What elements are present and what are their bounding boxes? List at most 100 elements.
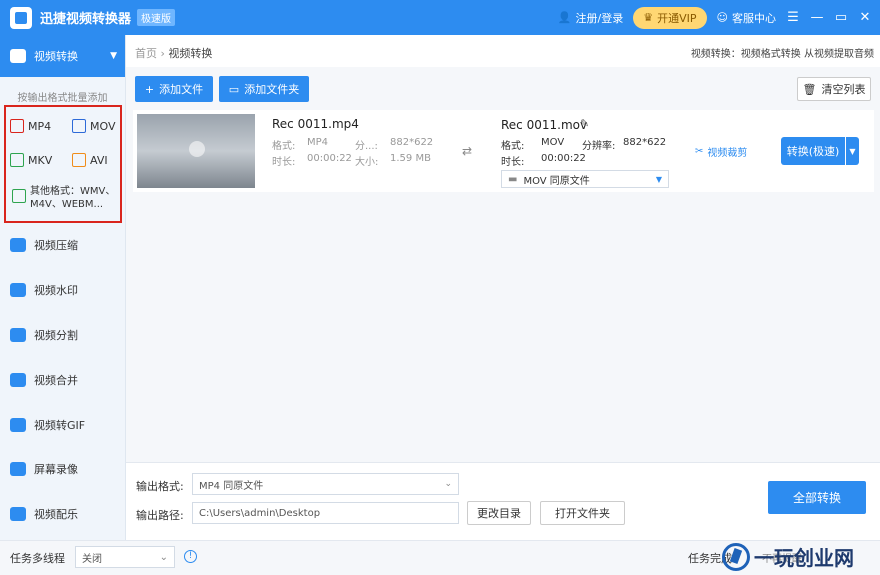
output-path-value: C:\Users\admin\Desktop bbox=[199, 507, 321, 519]
source-format: MP4 bbox=[307, 137, 329, 148]
change-directory-button[interactable]: 更改目录 bbox=[467, 501, 531, 525]
login-button[interactable]: 👤 注册/登录 bbox=[558, 10, 623, 26]
info-icon[interactable]: ! bbox=[184, 550, 197, 563]
watermark: 一玩创业网 bbox=[722, 538, 880, 575]
chat-icon: ☺ bbox=[716, 11, 728, 24]
sidebar-item-label: 视频转GIF bbox=[34, 419, 86, 432]
add-folder-button[interactable]: ▭ 添加文件夹 bbox=[219, 76, 309, 102]
format-mkv-button[interactable]: MKV bbox=[10, 153, 52, 167]
title-bar: 迅捷视频转换器 极速版 👤 注册/登录 ♛ 开通VIP ☺ 客服中心 ☰ — ▭… bbox=[0, 0, 880, 35]
edit-pencil-icon[interactable]: ✎ bbox=[580, 117, 589, 130]
other-format-line2: M4V、WEBM... bbox=[30, 199, 104, 210]
other-format-line1: 其他格式：WMV、 bbox=[30, 186, 116, 197]
sidebar-item-gif[interactable]: 视频转GIF bbox=[0, 405, 125, 445]
avi-file-icon bbox=[72, 153, 86, 167]
sidebar-item-merge[interactable]: 视频合并 bbox=[0, 360, 125, 400]
sidebar-item-split[interactable]: 视频分割 bbox=[0, 315, 125, 355]
watermark-text: 一玩创业网 bbox=[754, 546, 854, 570]
add-file-label: 添加文件 bbox=[159, 83, 204, 96]
target-resolution-label: 分辨率: bbox=[582, 141, 616, 152]
format-shortcuts: MP4 MOV MKV AVI 其他格式：WMV、 M4V、WEBM... bbox=[4, 105, 122, 223]
format-other-button[interactable]: 其他格式：WMV、 M4V、WEBM... bbox=[12, 185, 115, 211]
breadcrumb-separator: › bbox=[160, 47, 165, 60]
service-button[interactable]: ☺ 客服中心 bbox=[717, 10, 776, 26]
video-convert-icon bbox=[10, 49, 26, 63]
source-duration-label: 时长: bbox=[272, 157, 296, 168]
format-mp4-button[interactable]: MP4 bbox=[10, 119, 51, 133]
source-resolution-label: 分...: bbox=[355, 141, 378, 152]
open-folder-button[interactable]: 打开文件夹 bbox=[540, 501, 625, 525]
multithread-select[interactable]: 关闭 ⌄ bbox=[75, 546, 175, 568]
convert-dropdown-icon[interactable]: ▼ bbox=[846, 137, 859, 165]
video-camera-icon: ▬ bbox=[508, 173, 518, 185]
edition-badge: 极速版 bbox=[137, 9, 176, 26]
chevron-down-icon: ⌄ bbox=[159, 551, 168, 563]
sidebar-item-video-convert[interactable]: 视频转换 ▼ bbox=[0, 35, 125, 77]
other-file-icon bbox=[12, 189, 26, 203]
compress-icon bbox=[10, 238, 26, 252]
convert-button[interactable]: 转换(极速) bbox=[781, 137, 845, 165]
source-size-label: 大小: bbox=[355, 157, 379, 168]
target-resolution: 882*622 bbox=[623, 137, 667, 148]
multithread-value: 关闭 bbox=[82, 553, 102, 565]
sidebar-item-label: 屏幕录像 bbox=[34, 463, 78, 476]
folder-icon: ▭ bbox=[228, 82, 240, 96]
sidebar-item-compress[interactable]: 视频压缩 bbox=[0, 225, 125, 265]
output-path-input[interactable]: C:\Users\admin\Desktop bbox=[192, 502, 459, 524]
sidebar-item-record[interactable]: 屏幕录像 bbox=[0, 449, 125, 489]
multithread-label: 任务多线程 bbox=[10, 552, 65, 565]
plus-icon: + bbox=[144, 82, 155, 96]
breadcrumb-current: 视频转换 bbox=[168, 47, 213, 60]
convert-all-button[interactable]: 全部转换 bbox=[768, 481, 866, 514]
clear-list-label: 清空列表 bbox=[821, 83, 866, 96]
sidebar-item-music[interactable]: 视频配乐 bbox=[0, 494, 125, 534]
scissors-icon: ✂ bbox=[695, 146, 704, 157]
format-avi-button[interactable]: AVI bbox=[72, 153, 108, 167]
video-thumbnail[interactable] bbox=[137, 114, 255, 188]
file-row[interactable]: Rec 0011.mp4 格式: MP4 分...: 882*622 时长: 0… bbox=[133, 110, 874, 192]
format-mov-button[interactable]: MOV bbox=[72, 119, 115, 133]
gif-icon bbox=[10, 418, 26, 432]
app-title: 迅捷视频转换器 bbox=[40, 12, 132, 27]
close-icon[interactable]: ✕ bbox=[858, 10, 872, 25]
output-format-value: MP4 同原文件 bbox=[199, 480, 264, 492]
shuffle-arrow-icon: ⇄ bbox=[462, 144, 473, 158]
format-label: AVI bbox=[90, 153, 108, 167]
maximize-icon[interactable]: ▭ bbox=[834, 10, 848, 25]
video-cut-link[interactable]: ✂ 视频裁剪 bbox=[695, 144, 747, 159]
format-label: MP4 bbox=[28, 119, 52, 133]
minimize-icon[interactable]: — bbox=[810, 10, 824, 25]
merge-icon bbox=[10, 373, 26, 387]
service-label: 客服中心 bbox=[732, 11, 776, 25]
source-resolution: 882*622 bbox=[390, 137, 434, 148]
chevron-down-icon: ▼ bbox=[655, 174, 662, 184]
user-icon: 👤 bbox=[557, 11, 572, 24]
source-file-name: Rec 0011.mp4 bbox=[272, 117, 359, 131]
clear-list-button[interactable]: 🗑 清空列表 bbox=[797, 77, 871, 101]
add-folder-label: 添加文件夹 bbox=[244, 83, 300, 96]
breadcrumb-home[interactable]: 首页 bbox=[135, 47, 157, 60]
watermark-icon bbox=[10, 283, 26, 297]
split-icon bbox=[10, 328, 26, 342]
sidebar-item-label: 视频合并 bbox=[34, 374, 78, 387]
music-icon bbox=[10, 507, 26, 521]
trash-icon: 🗑 bbox=[802, 82, 817, 96]
format-label: MKV bbox=[28, 153, 53, 167]
sidebar-item-watermark[interactable]: 视频水印 bbox=[0, 270, 125, 310]
add-file-button[interactable]: + 添加文件 bbox=[135, 76, 213, 102]
vip-label: 开通VIP bbox=[657, 11, 697, 25]
chevron-down-icon: ▼ bbox=[110, 51, 117, 61]
format-label: MOV bbox=[90, 119, 116, 133]
vip-button[interactable]: ♛ 开通VIP bbox=[633, 6, 707, 29]
output-format-select-value: MOV 同原文件 bbox=[523, 175, 590, 187]
crown-icon: ♛ bbox=[643, 11, 654, 24]
watermark-logo-icon bbox=[722, 542, 750, 571]
menu-icon[interactable]: ☰ bbox=[786, 10, 800, 25]
source-format-label: 格式: bbox=[272, 141, 296, 152]
output-format-dropdown[interactable]: MP4 同原文件 ⌄ bbox=[192, 473, 459, 495]
target-duration: 00:00:22 bbox=[541, 153, 586, 164]
source-size: 1.59 MB bbox=[390, 153, 431, 164]
title-bar-actions: 👤 注册/登录 ♛ 开通VIP ☺ 客服中心 ☰ — ▭ ✕ bbox=[558, 0, 872, 35]
output-format-select[interactable]: ▬ MOV 同原文件 ▼ bbox=[501, 170, 669, 188]
sidebar-item-label: 视频水印 bbox=[34, 284, 78, 297]
